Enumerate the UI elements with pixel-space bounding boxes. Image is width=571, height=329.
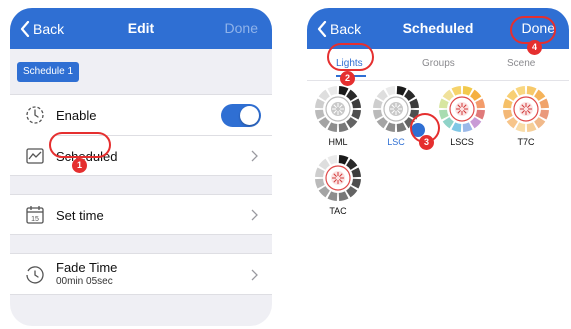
fade-time-row[interactable]: Fade Time 00min 05sec — [10, 254, 272, 296]
step-marker-3: 3 — [419, 135, 434, 150]
step-marker-1: 1 — [72, 158, 87, 173]
device-tile-hml[interactable]: HML — [311, 84, 365, 147]
done-button[interactable]: Done — [225, 20, 258, 36]
enable-label: Enable — [56, 107, 97, 123]
settings-group-fade: Fade Time 00min 05sec — [10, 253, 272, 295]
calendar-icon: 15 — [26, 206, 44, 224]
step-marker-2: 2 — [340, 71, 355, 86]
toggle-knob — [240, 106, 259, 125]
chevron-left-icon — [20, 21, 30, 37]
device-label: LSCS — [450, 137, 474, 147]
back-label: Back — [33, 21, 65, 37]
scheduled-label: Scheduled — [56, 148, 118, 164]
tab-lights[interactable]: Lights — [336, 58, 363, 69]
device-label: T7C — [517, 137, 535, 147]
chevron-right-icon — [251, 269, 258, 281]
device-label: TAC — [329, 206, 347, 216]
scheduled-screen: Back Scheduled Done Lights Groups Scene … — [307, 8, 569, 326]
light-dial-icon — [503, 86, 549, 132]
set-time-row[interactable]: 15 Set time — [10, 195, 272, 235]
edit-navbar: Back Edit Done — [10, 8, 272, 49]
chevron-left-icon — [317, 21, 327, 37]
scheduled-row[interactable]: Scheduled — [10, 136, 272, 176]
back-button[interactable]: Back — [20, 19, 64, 39]
fade-time-value: 00min 05sec — [56, 276, 113, 287]
step-marker-4: 4 — [527, 40, 542, 55]
chevron-right-icon — [251, 150, 258, 162]
enable-row: Enable — [10, 95, 272, 135]
power-timer-icon — [26, 106, 44, 124]
device-tile-lsc[interactable]: LSC — [369, 84, 454, 162]
calendar-day: 15 — [31, 216, 39, 223]
settings-group-main: Enable Scheduled — [10, 94, 272, 176]
schedule-name-badge[interactable]: Schedule 1 — [17, 62, 80, 82]
edit-screen: Back Edit Done Schedule 1 Enable Schedul… — [10, 8, 272, 326]
settings-group-time: 15 Set time — [10, 194, 272, 235]
device-tile-tac[interactable]: TAC — [311, 153, 365, 216]
light-dial-icon — [315, 155, 361, 201]
tutorial-stage: Back Edit Done Schedule 1 Enable Schedul… — [0, 0, 571, 329]
done-button[interactable]: Done — [522, 20, 555, 36]
light-dial-icon — [439, 86, 485, 132]
fade-time-label: Fade Time — [56, 260, 118, 275]
chart-icon — [26, 148, 44, 164]
device-tile-t7c[interactable]: T7C — [499, 84, 553, 147]
tab-groups[interactable]: Groups — [422, 58, 455, 69]
tab-scene[interactable]: Scene — [507, 58, 535, 69]
chevron-right-icon — [251, 209, 258, 221]
device-label: HML — [328, 137, 348, 147]
back-label: Back — [330, 21, 362, 37]
back-button[interactable]: Back — [317, 19, 361, 39]
light-dial-icon — [315, 86, 361, 132]
device-tile-lscs[interactable]: LSCS — [435, 84, 489, 147]
enable-toggle[interactable] — [221, 104, 261, 127]
clock-icon — [26, 266, 44, 284]
set-time-label: Set time — [56, 207, 104, 223]
